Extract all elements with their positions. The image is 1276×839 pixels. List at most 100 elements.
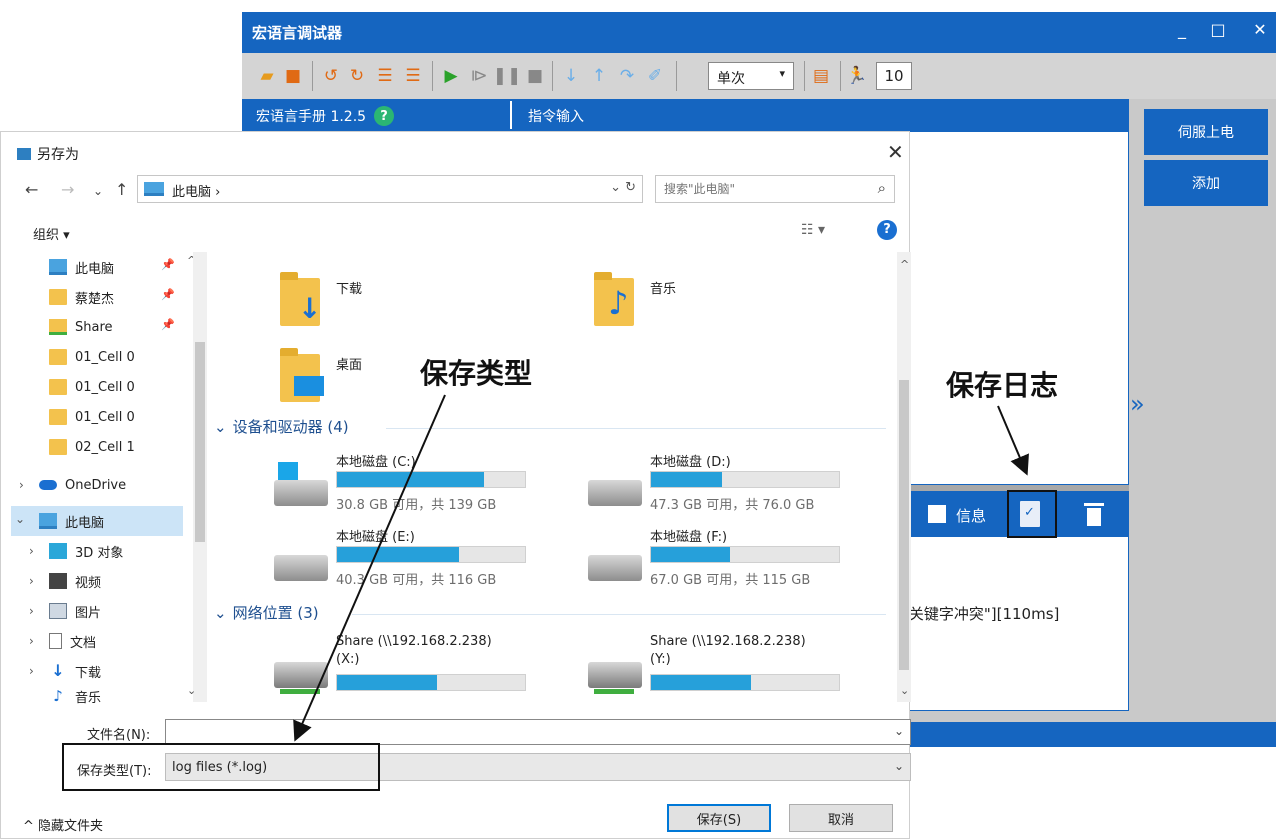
count-field[interactable]: 10 [876,62,912,90]
redo-icon[interactable]: ↻ [346,65,368,87]
maximize-icon[interactable]: □ [1206,20,1230,39]
group-label: 设备和驱动器 (4) [232,418,349,436]
drive-name: 本地磁盘 (F:) [650,530,728,545]
chevron-down-icon: ⌄ [214,417,227,436]
network-drive-icon [274,662,328,694]
drive-name: 本地磁盘 (D:) [650,455,731,470]
run-icon[interactable]: ▶ [440,65,462,87]
close-icon[interactable]: ✕ [887,140,904,164]
sidebar-item-label: 01_Cell 0 [75,349,135,365]
open-folder-icon[interactable]: ▰ [256,65,278,87]
breakpoint-icon[interactable]: ✐ [644,65,666,87]
back-icon[interactable]: ← [25,180,38,199]
trash-icon[interactable] [1084,501,1104,527]
file-list: ↓ 下载 ♪ 音乐 桌面 ⌄ 设备和驱动器 (4) 本地磁盘 (C:) 30.8… [206,252,894,707]
folder-label: 下载 [336,282,363,297]
drive-letter: (Y:) [650,652,671,667]
add-button[interactable]: 添加 [1144,160,1268,206]
debugger-tab-bar: 宏语言手册 1.2.5 ? 指令输入 [242,99,1129,131]
annotation-box-save-log [1007,490,1057,538]
scroll-down-icon[interactable]: ⌄ [187,684,196,697]
filename-field[interactable]: ⌄ [165,719,911,745]
sidebar-item-this-pc-selected[interactable]: 此电脑 [11,506,183,536]
help-icon[interactable]: ? [374,106,395,126]
minimize-icon[interactable]: _ [1170,20,1194,39]
sidebar-item-label: 此电脑 [75,261,115,277]
view-options-icon[interactable]: ☷ ▾ [801,222,825,238]
chevron-right-icon[interactable]: › [29,604,34,618]
network-drive-icon [588,662,642,694]
tab-manual[interactable]: 宏语言手册 1.2.5 ? [256,106,395,126]
drive-usage-bar [336,546,526,563]
sidebar-item-label: 音乐 [75,690,102,706]
help-icon[interactable]: ? [877,220,897,240]
step-out-icon[interactable]: ↑ [588,65,610,87]
drive-usage-fill [651,547,730,562]
save-button[interactable]: 保存(S) [667,804,771,832]
save-icon[interactable]: ■ [282,65,304,87]
run-mode-select[interactable]: 单次 ▾ [708,62,794,90]
close-icon[interactable]: ✕ [1248,20,1272,39]
sidebar-item-label: 01_Cell 0 [75,379,135,395]
chevron-down-icon[interactable]: ⌄ [894,724,904,738]
devices-group-header[interactable]: ⌄ 设备和驱动器 (4) [214,416,349,437]
forward-icon[interactable]: → [61,180,74,199]
sidebar-item-label: 图片 [75,605,102,621]
search-box[interactable]: ⌕ [655,175,895,203]
info-checkbox[interactable] [928,505,946,523]
step-over-icon[interactable]: ↷ [616,65,638,87]
servo-on-button[interactable]: 伺服上电 [1144,109,1268,155]
system-drive-icon [274,462,328,506]
step-icon[interactable]: ⧐ [468,65,490,87]
command-input-area[interactable] [902,131,1129,485]
drive-usage-bar [650,471,840,488]
network-share-icon [49,319,67,335]
drive-usage-bar [336,471,526,488]
navigation-pane: 此电脑 📌 ^ 蔡楚杰 📌 Share 📌 01_Cell 0 01_Cell … [11,252,207,707]
download-folder-icon: ↓ [280,272,321,326]
expand-panel-icon[interactable]: » [1130,390,1145,418]
drive-usage-bar [336,674,526,691]
address-bar[interactable]: 此电脑 › ⌄ ↻ [137,175,643,203]
indent-icon[interactable]: ☰ [374,65,396,87]
scroll-down-icon[interactable]: ⌄ [900,684,909,697]
organize-menu[interactable]: 组织 ▾ [33,224,70,243]
cancel-button[interactable]: 取消 [789,804,893,832]
message-icon[interactable]: ▤ [810,65,832,87]
debugger-title: 宏语言调试器 [252,24,343,42]
status-bar [902,722,1276,747]
computer-icon [144,182,164,196]
undo-icon[interactable]: ↺ [320,65,342,87]
dialog-title: 另存为 [37,147,79,163]
info-label: 信息 [956,507,987,525]
computer-icon [49,259,67,275]
content-scrollbar-thumb[interactable] [899,380,909,670]
running-man-icon[interactable]: 🏃 [846,65,868,87]
chevron-right-icon[interactable]: › [29,634,34,648]
scroll-up-icon[interactable]: ^ [900,258,909,271]
sidebar-scrollbar-thumb[interactable] [195,342,205,542]
refresh-icon[interactable]: ⌄ ↻ [610,180,636,195]
search-input[interactable] [664,180,854,198]
outdent-icon[interactable]: ☰ [402,65,424,87]
hide-folders-toggle[interactable]: ^ 隐藏文件夹 [23,815,103,834]
breadcrumb[interactable]: 此电脑 › [172,181,220,200]
chevron-right-icon[interactable]: › [29,574,34,588]
network-group-header[interactable]: ⌄ 网络位置 (3) [214,602,319,623]
sidebar-item-onedrive[interactable]: OneDrive [39,470,219,500]
tab-command-input[interactable]: 指令输入 [528,106,584,126]
chevron-right-icon[interactable]: › [29,544,34,558]
chevron-down-icon[interactable]: ⌄ [15,512,25,526]
drive-usage-fill [337,675,437,690]
recent-locations-icon[interactable]: ⌄ [93,184,103,198]
up-icon[interactable]: ↑ [115,180,128,199]
annotation-save-type: 保存类型 [420,357,533,390]
debugger-title-bar: 宏语言调试器 _ □ ✕ [242,12,1276,53]
pause-icon[interactable]: ❚❚ [493,65,522,87]
pin-icon: 📌 [161,288,175,301]
sidebar-item-label: 01_Cell 0 [75,409,135,425]
step-into-icon[interactable]: ↓ [560,65,582,87]
chevron-right-icon[interactable]: › [19,478,24,492]
stop-icon[interactable]: ■ [524,65,546,87]
chevron-right-icon[interactable]: › [29,664,34,678]
